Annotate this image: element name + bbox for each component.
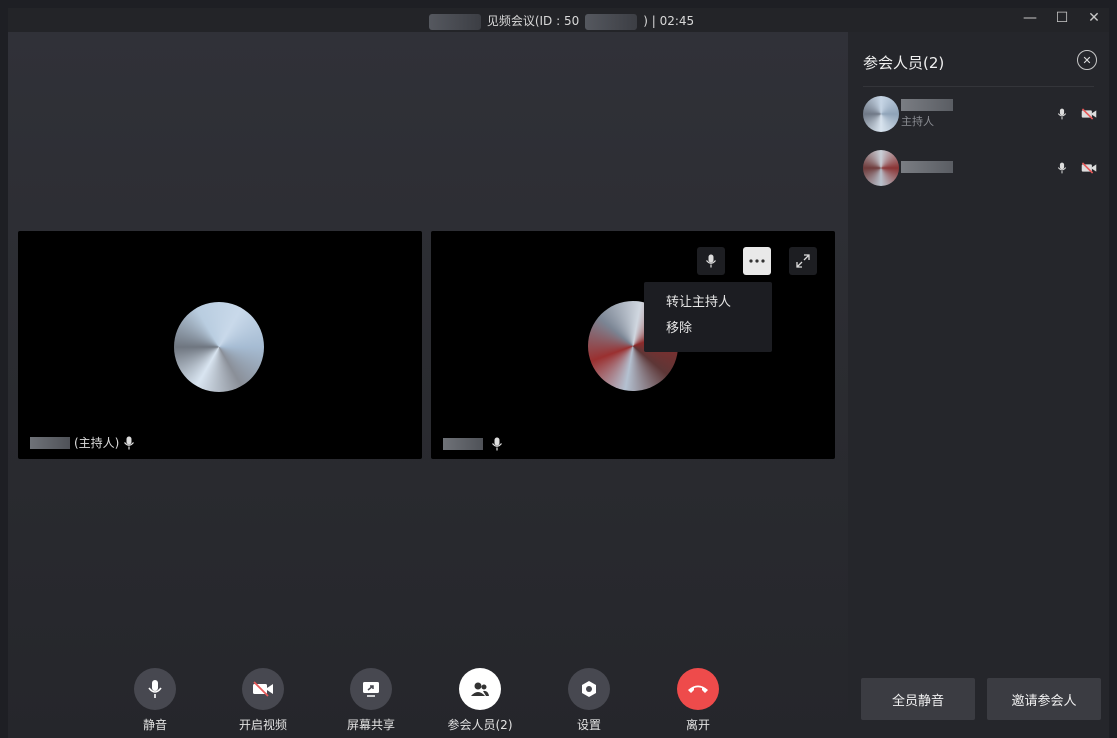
expand-icon	[796, 254, 810, 268]
avatar	[174, 302, 264, 392]
more-icon	[749, 259, 765, 263]
invite-button[interactable]: 邀请参会人	[987, 678, 1101, 720]
close-panel-button[interactable]: ✕	[1077, 50, 1097, 70]
video-off-icon	[253, 681, 273, 697]
redacted-name	[443, 438, 483, 450]
tile-label	[443, 437, 503, 451]
participant-row[interactable]: 主持人	[863, 94, 1097, 134]
mute-label: 静音	[142, 718, 167, 732]
title-bar: 见频会议(ID : 50 ) | 02:45 — ☐ ✕	[8, 8, 1109, 32]
maximize-button[interactable]: ☐	[1055, 10, 1069, 26]
tile-mic-button[interactable]	[697, 247, 725, 275]
video-off-icon[interactable]	[1081, 108, 1097, 120]
participant-row[interactable]	[863, 148, 1097, 188]
mute-all-button[interactable]: 全员静音	[861, 678, 975, 720]
screen-share-button[interactable]: 屏幕共享	[326, 668, 416, 733]
video-tile-participant[interactable]: 转让主持人 移除	[431, 231, 835, 459]
more-options-button[interactable]	[743, 247, 771, 275]
settings-label: 设置	[576, 718, 601, 732]
redacted-text	[585, 13, 638, 30]
tile-label: (主持人)	[30, 434, 135, 451]
fullscreen-button[interactable]	[789, 247, 817, 275]
leave-button[interactable]: 离开	[653, 668, 743, 733]
avatar	[863, 150, 899, 186]
title-suffix: ) | 02:45	[643, 14, 695, 28]
panel-title: 参会人员(2)	[863, 54, 945, 72]
title-prefix: 见频会议(ID : 50	[486, 14, 580, 28]
participants-label: 参会人员(2)	[447, 718, 513, 732]
microphone-icon	[124, 436, 135, 449]
mute-button-circle	[134, 668, 176, 710]
close-window-button[interactable]: ✕	[1087, 10, 1101, 26]
video-stage: (主持人) 转让主持人 移除 静音 开启视频 屏幕共享 参会人员(2) 设置 离…	[8, 32, 848, 738]
menu-item-transfer-host[interactable]: 转让主持人	[644, 290, 772, 316]
redacted-name	[30, 436, 70, 449]
participants-button-circle	[459, 668, 501, 710]
settings-icon	[582, 681, 596, 697]
hang-up-icon	[688, 685, 708, 693]
participant-role: 主持人	[901, 115, 934, 128]
avatar	[863, 96, 899, 132]
host-tag: (主持人)	[74, 436, 120, 450]
window-title: 见频会议(ID : 50 ) | 02:45	[8, 12, 1109, 30]
participants-button[interactable]: 参会人员(2)	[435, 668, 525, 733]
start-video-button[interactable]: 开启视频	[218, 668, 308, 733]
video-tile-host[interactable]: (主持人)	[18, 231, 422, 459]
settings-button-circle	[568, 668, 610, 710]
mute-button[interactable]: 静音	[110, 668, 200, 733]
settings-button[interactable]: 设置	[544, 668, 634, 733]
context-menu: 转让主持人 移除	[644, 282, 772, 352]
menu-item-remove[interactable]: 移除	[644, 316, 772, 342]
microphone-icon	[492, 437, 502, 451]
microphone-icon	[706, 254, 716, 268]
leave-button-circle	[677, 668, 719, 710]
share-button-circle	[350, 668, 392, 710]
video-off-icon[interactable]	[1081, 162, 1097, 174]
divider	[863, 86, 1094, 87]
video-label: 开启视频	[238, 718, 287, 732]
screen-share-icon	[363, 682, 379, 697]
redacted-text	[428, 13, 481, 30]
microphone-icon[interactable]	[1057, 107, 1067, 121]
participants-panel: 参会人员(2) ✕ 主持人 全员静音 邀请参会人	[848, 32, 1109, 738]
close-icon: ✕	[1082, 53, 1092, 67]
microphone-icon	[148, 680, 162, 698]
minimize-button[interactable]: —	[1023, 10, 1037, 26]
video-button-circle	[242, 668, 284, 710]
redacted-name	[901, 161, 953, 173]
redacted-name	[901, 99, 953, 111]
leave-label: 离开	[685, 718, 710, 732]
microphone-icon[interactable]	[1057, 161, 1067, 175]
participants-icon	[471, 682, 489, 696]
meeting-toolbar: 静音 开启视频 屏幕共享 参会人员(2) 设置 离开	[8, 668, 848, 738]
share-label: 屏幕共享	[346, 718, 395, 732]
